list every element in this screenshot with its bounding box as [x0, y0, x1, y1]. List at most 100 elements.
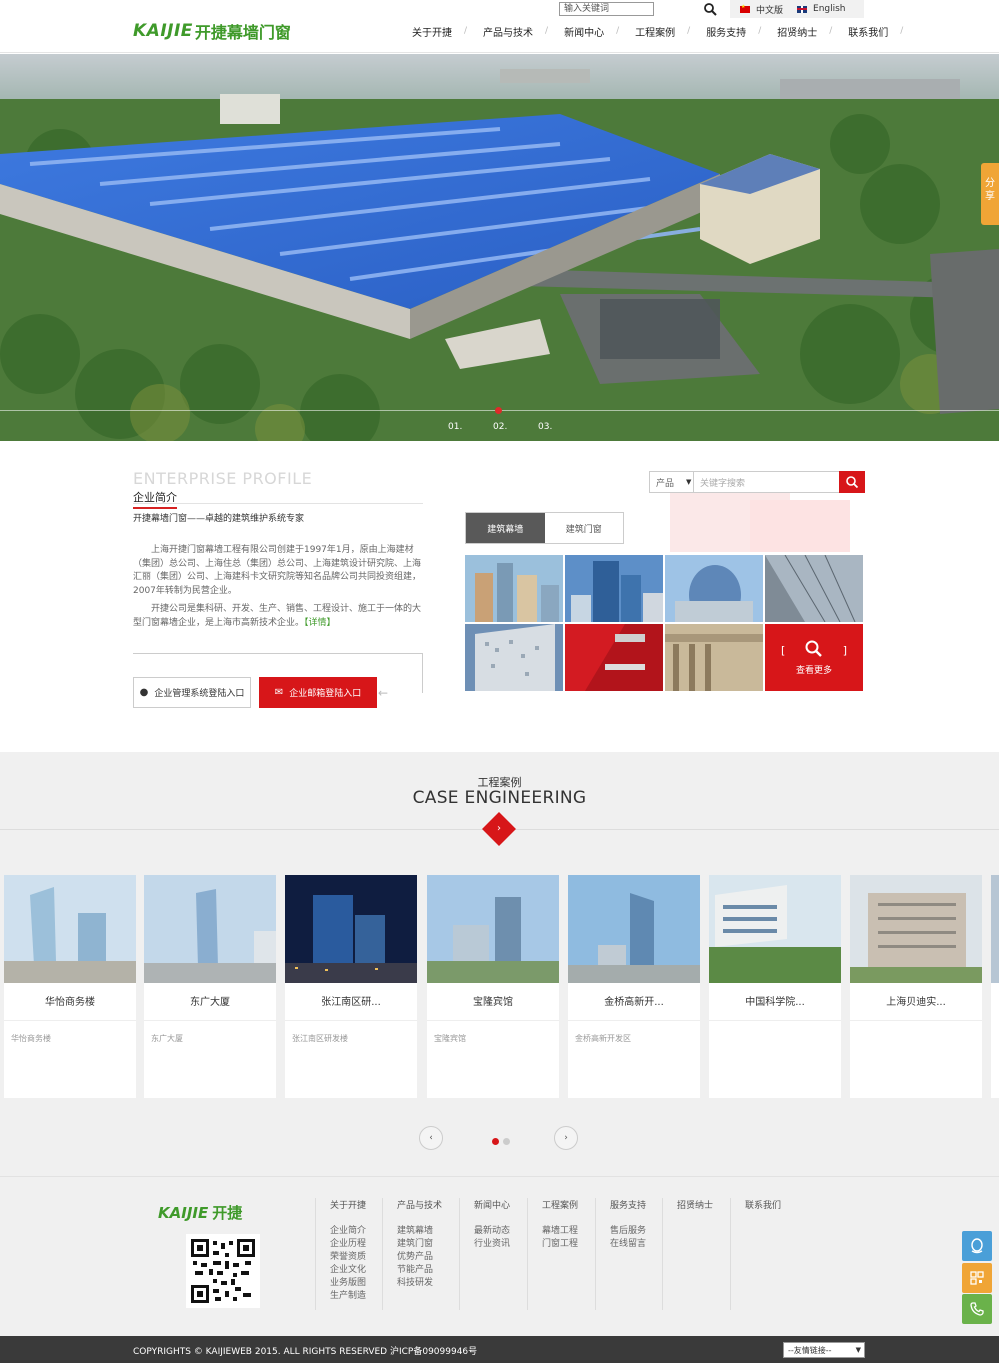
- footer-link[interactable]: 荣誉资质: [330, 1251, 366, 1264]
- card-divider: [285, 1020, 417, 1021]
- case-card[interactable]: 上海贝迪实...: [850, 875, 982, 1098]
- product-thumb[interactable]: [765, 555, 863, 622]
- decorative-block: [750, 500, 850, 552]
- nav-item-cases[interactable]: 工程案例: [627, 24, 698, 39]
- product-search-button[interactable]: [839, 471, 865, 493]
- site-search-input[interactable]: 输入关键词: [559, 2, 654, 16]
- hero-banner: 01. 02. 03.: [0, 54, 999, 441]
- mail-login-button[interactable]: ✉ 企业邮箱登陆入口: [259, 677, 377, 708]
- case-card[interactable]: 中国科学院...: [709, 875, 841, 1098]
- case-card[interactable]: 华怡商务楼 华怡商务楼: [4, 875, 136, 1098]
- case-card[interactable]: 宝隆宾馆 宝隆宾馆: [427, 875, 559, 1098]
- slide-2-button[interactable]: 02.: [493, 422, 507, 432]
- footer-col-title[interactable]: 新闻中心: [474, 1198, 510, 1211]
- tab-doors-windows[interactable]: 建筑门窗: [545, 513, 624, 543]
- bracket-right-icon: ]: [842, 644, 847, 657]
- footer-col-service: 服务支持 售后服务 在线留言: [595, 1198, 646, 1310]
- case-card[interactable]: 张江南区研... 张江南区研发楼: [285, 875, 417, 1098]
- footer-link[interactable]: 企业文化: [330, 1264, 366, 1277]
- cases-next-button[interactable]: ›: [554, 1126, 578, 1150]
- footer-link[interactable]: 建筑幕墙: [397, 1225, 442, 1238]
- footer-link[interactable]: 售后服务: [610, 1225, 646, 1238]
- product-thumb[interactable]: [465, 555, 563, 622]
- friend-links-select[interactable]: --友情链接-- ▼: [783, 1342, 865, 1358]
- case-title: 上海贝迪实...: [886, 997, 946, 1008]
- footer-col-about: 关于开捷 企业简介 企业历程 荣誉资质 企业文化 业务版图 生产制造: [315, 1198, 366, 1310]
- footer-col-title[interactable]: 联系我们: [745, 1198, 781, 1211]
- wechat-icon[interactable]: [962, 1263, 992, 1293]
- product-thumb[interactable]: [665, 555, 763, 622]
- system-login-button[interactable]: ● 企业管理系统登陆入口: [133, 677, 251, 708]
- profile-paragraph-2-text: 开捷公司是集科研、开发、生产、销售、工程设计、施工于一体的大型门窗幕墙企业，是上…: [133, 604, 422, 628]
- footer-link[interactable]: 幕墙工程: [542, 1225, 578, 1238]
- share-tab[interactable]: 分享: [981, 163, 999, 225]
- lang-cn-link[interactable]: 中文版: [740, 3, 783, 16]
- slide-1-button[interactable]: 01.: [448, 422, 462, 432]
- footer-link[interactable]: 生产制造: [330, 1290, 366, 1303]
- case-card-partial[interactable]: [991, 875, 999, 1098]
- logo-latin: KAIJIE: [133, 21, 193, 41]
- slide-3-button[interactable]: 03.: [538, 422, 552, 432]
- nav-item-service[interactable]: 服务支持: [698, 24, 769, 39]
- nav-item-news[interactable]: 新闻中心: [556, 24, 627, 39]
- view-more-tile[interactable]: [ ] 查看更多: [765, 624, 863, 691]
- profile-detail-link[interactable]: 【详情】: [304, 618, 336, 628]
- product-thumb[interactable]: [465, 624, 563, 691]
- footer-link[interactable]: 在线留言: [610, 1238, 646, 1251]
- mail-icon: ✉: [274, 687, 284, 698]
- footer-col-title[interactable]: 关于开捷: [330, 1198, 366, 1211]
- footer-link[interactable]: 节能产品: [397, 1264, 442, 1277]
- case-card[interactable]: 东广大厦 东广大厦: [144, 875, 276, 1098]
- nav-item-contact[interactable]: 联系我们: [840, 24, 911, 39]
- footer-col-cases: 工程案例 幕墙工程 门窗工程: [527, 1198, 578, 1310]
- footer-col-title[interactable]: 工程案例: [542, 1198, 578, 1211]
- main-nav: 关于开捷 产品与技术 新闻中心 工程案例 服务支持 招贤纳士 联系我们: [404, 24, 911, 39]
- footer-link[interactable]: 优势产品: [397, 1251, 442, 1264]
- cases-page-dot-active[interactable]: [492, 1138, 499, 1145]
- case-desc: 张江南区研发楼: [292, 1034, 348, 1043]
- qq-icon[interactable]: [962, 1231, 992, 1261]
- profile-title-en: ENTERPRISE PROFILE: [133, 469, 313, 488]
- footer-link[interactable]: 企业简介: [330, 1225, 366, 1238]
- product-search-input[interactable]: 关键字搜索: [694, 476, 839, 489]
- case-image: [709, 875, 841, 983]
- card-divider: [144, 1020, 276, 1021]
- lang-en-link[interactable]: English: [797, 4, 846, 14]
- tab-curtain-wall[interactable]: 建筑幕墙: [466, 513, 545, 543]
- phone-icon[interactable]: [962, 1294, 992, 1324]
- search-icon[interactable]: [703, 2, 717, 16]
- footer-col-title[interactable]: 招贤纳士: [677, 1198, 713, 1211]
- nav-item-about[interactable]: 关于开捷: [404, 24, 475, 39]
- nav-item-products[interactable]: 产品与技术: [475, 24, 556, 39]
- footer-link[interactable]: 行业资讯: [474, 1238, 510, 1251]
- footer-col-products: 产品与技术 建筑幕墙 建筑门窗 优势产品 节能产品 科技研发: [382, 1198, 442, 1310]
- cases-prev-button[interactable]: ‹: [419, 1126, 443, 1150]
- case-card[interactable]: 金桥高新开... 金桥高新开发区: [568, 875, 700, 1098]
- product-thumb[interactable]: [565, 624, 663, 691]
- site-logo[interactable]: KAIJIE 开捷幕墙门窗: [133, 20, 291, 42]
- caret-down-icon: ▼: [686, 478, 692, 486]
- profile-title-cn: 企业简介: [133, 489, 177, 509]
- card-divider: [568, 1020, 700, 1021]
- cases-page-dot[interactable]: [503, 1138, 510, 1145]
- footer-link[interactable]: 最新动态: [474, 1225, 510, 1238]
- product-category-value: 产品: [656, 478, 675, 489]
- footer-link[interactable]: 门窗工程: [542, 1238, 578, 1251]
- footer-link[interactable]: 企业历程: [330, 1238, 366, 1251]
- product-thumb[interactable]: [665, 624, 763, 691]
- product-category-select[interactable]: 产品 ▼: [650, 472, 694, 492]
- case-image: [4, 875, 136, 983]
- nav-item-jobs[interactable]: 招贤纳士: [769, 24, 840, 39]
- slider-active-dot[interactable]: [495, 407, 502, 414]
- footer-logo-cn: 开捷: [212, 1204, 243, 1222]
- footer-col-title[interactable]: 服务支持: [610, 1198, 646, 1211]
- footer-col-title[interactable]: 产品与技术: [397, 1198, 442, 1211]
- footer-link[interactable]: 科技研发: [397, 1277, 442, 1290]
- footer-logo[interactable]: KAIJIE 开捷: [158, 1202, 242, 1223]
- case-title: 中国科学院...: [745, 997, 805, 1008]
- china-flag-icon: [740, 4, 750, 13]
- product-thumb[interactable]: [565, 555, 663, 622]
- copyright-text: COPYRIGHTS © KAIJIEWEB 2015. ALL RIGHTS …: [133, 1347, 478, 1357]
- footer-link[interactable]: 建筑门窗: [397, 1238, 442, 1251]
- footer-link[interactable]: 业务版图: [330, 1277, 366, 1290]
